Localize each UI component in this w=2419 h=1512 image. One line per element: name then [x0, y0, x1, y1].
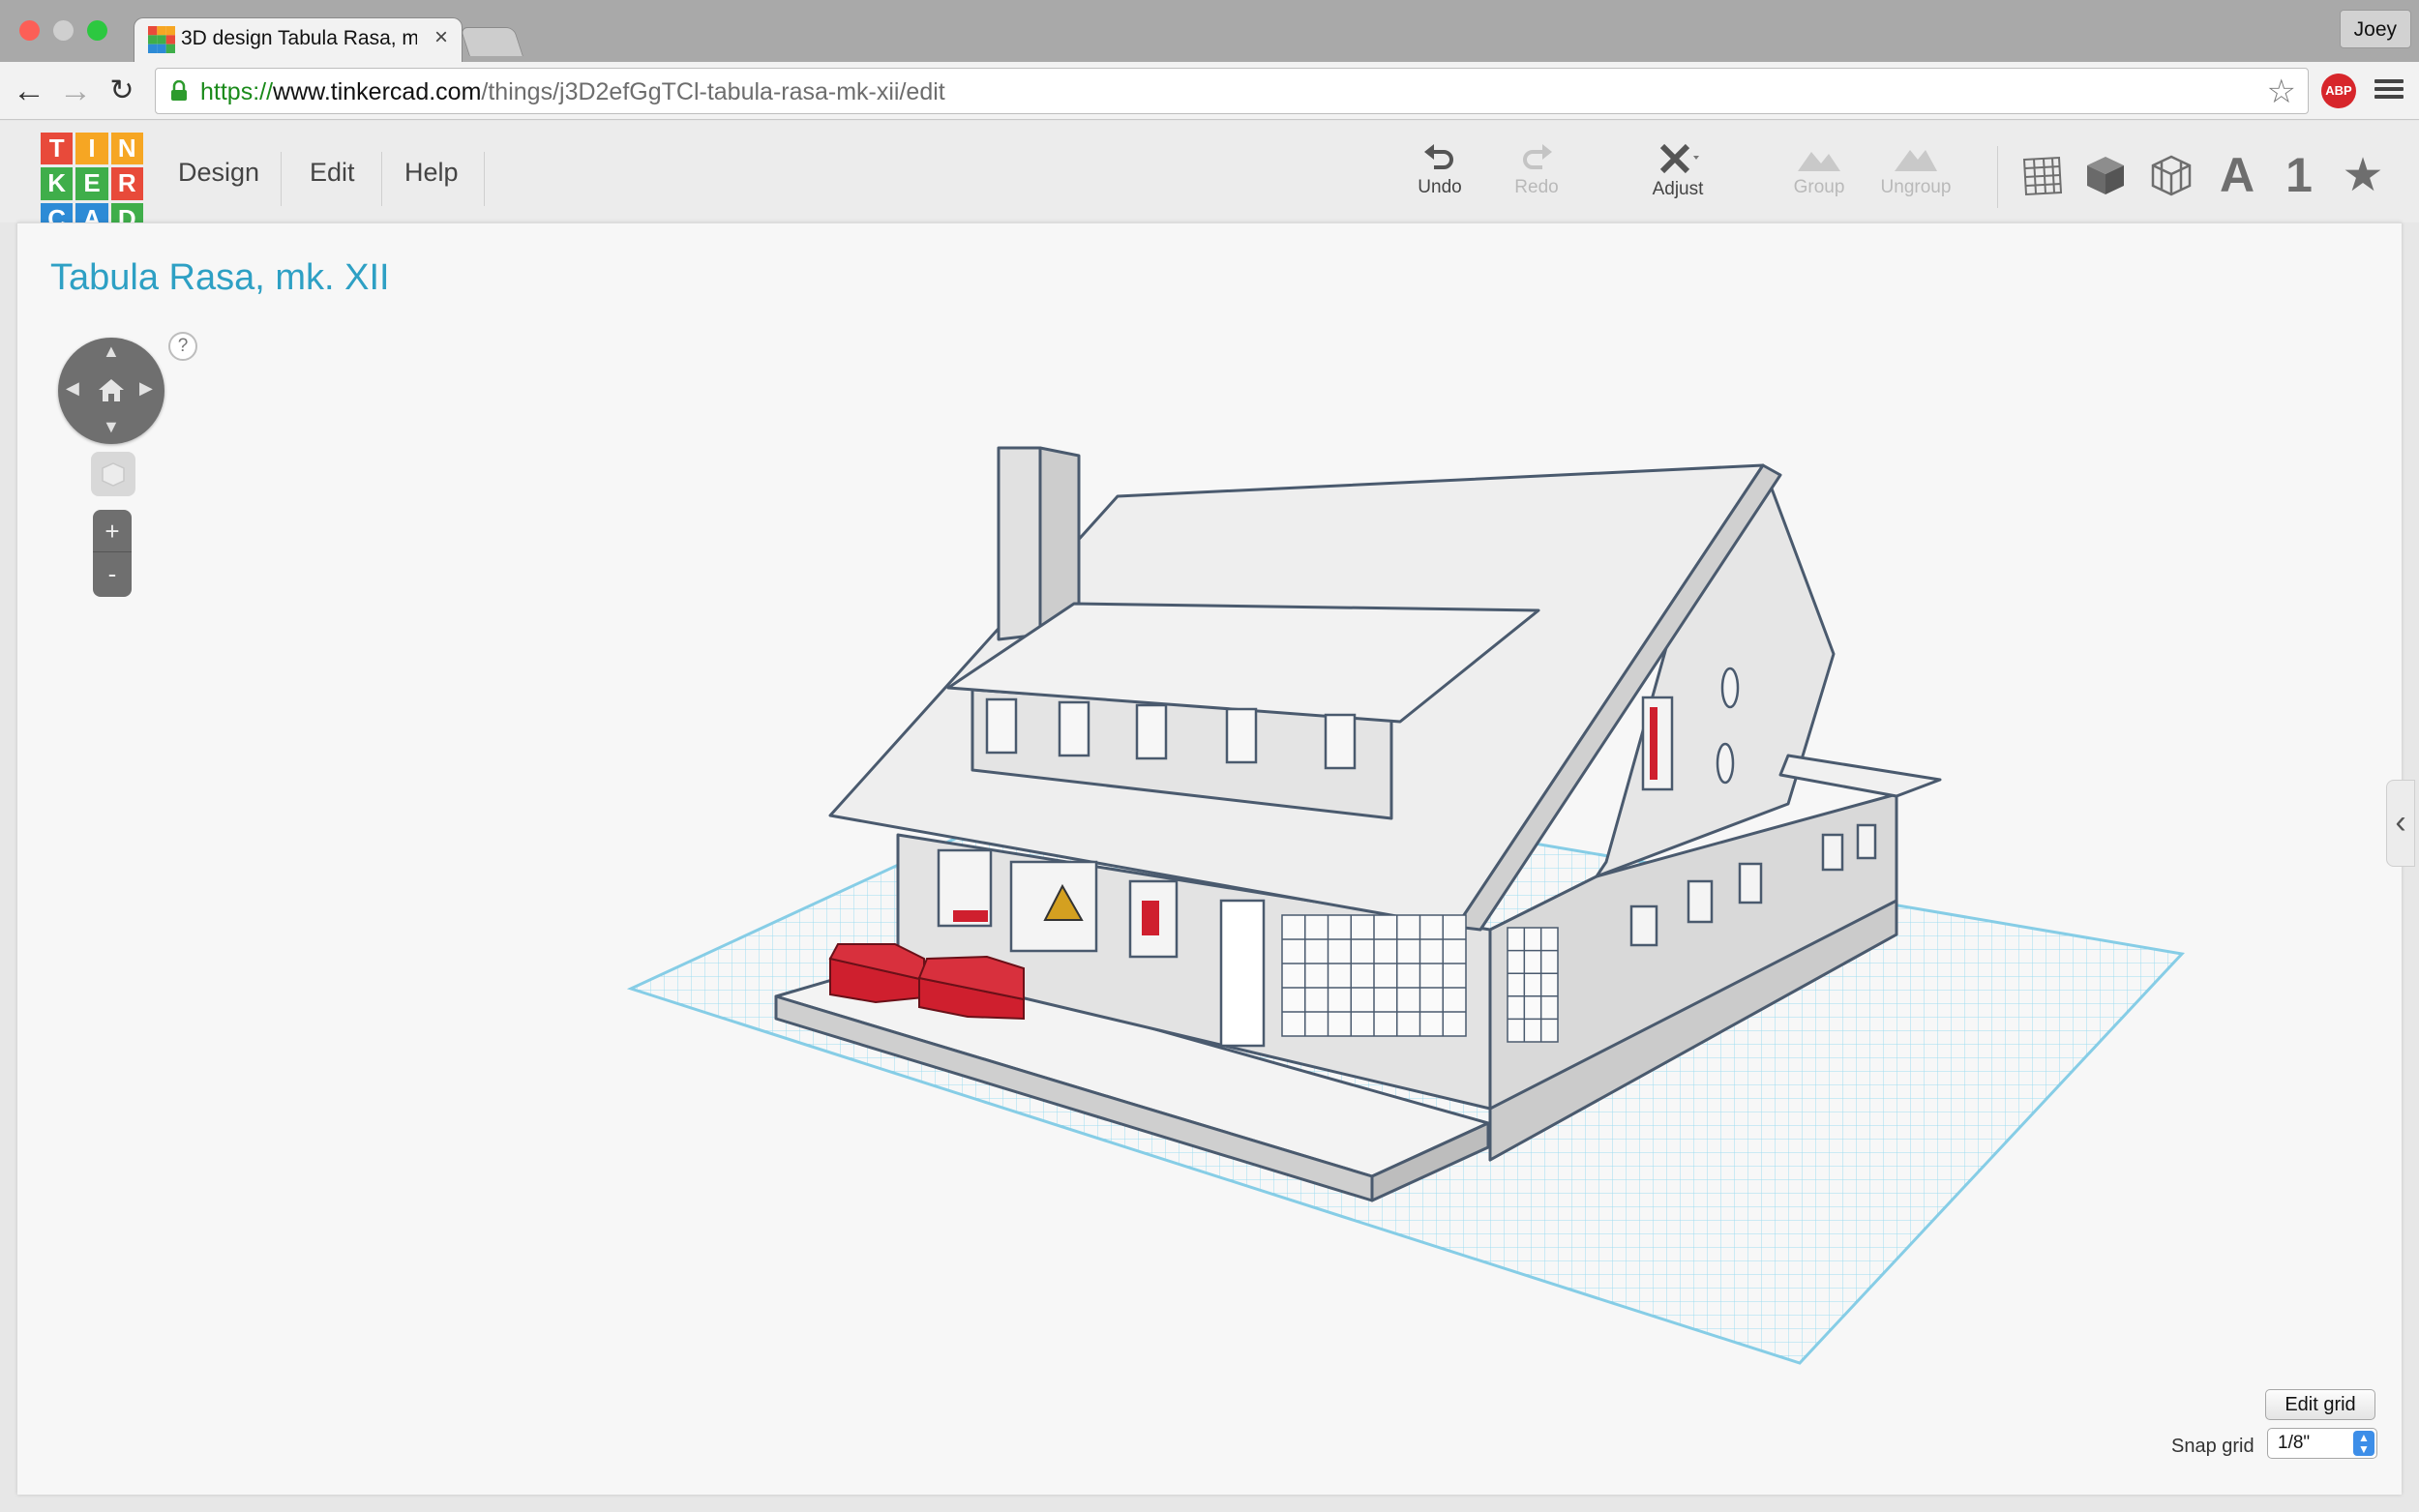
window-red-detail [1142, 901, 1159, 935]
redo-label: Redo [1514, 177, 1559, 197]
logo-letter: T [41, 133, 74, 165]
number-shape-icon[interactable]: 1 [2272, 148, 2326, 202]
view-cube-button[interactable] [91, 452, 135, 496]
select-stepper-icon: ▲ ▼ [2353, 1431, 2374, 1456]
snap-grid-value: 1/8" [2278, 1433, 2311, 1453]
undo-button[interactable]: Undo [1391, 142, 1488, 220]
adjust-button[interactable]: Adjust [1629, 142, 1726, 220]
menu-design[interactable]: Design [178, 158, 259, 188]
glass-block-wall [1507, 927, 1559, 1043]
orbit-right-arrow-icon[interactable]: ▶ [139, 378, 153, 399]
text-shape-icon[interactable]: A [2210, 148, 2264, 202]
reload-icon[interactable]: ↻ [101, 70, 143, 112]
logo-letter: N [110, 133, 143, 165]
cube-icon [102, 462, 125, 487]
browser-toolbar: ← → ↻ https://www.tinkercad.com/things/j… [0, 62, 2419, 120]
forward-arrow-icon[interactable]: → [54, 70, 97, 112]
dormer-window [985, 697, 1018, 755]
group-button[interactable]: Group [1771, 142, 1867, 220]
side-window [1738, 862, 1763, 904]
menu-divider [484, 152, 485, 206]
orbit-left-arrow-icon[interactable]: ◀ [66, 378, 79, 399]
minimize-window-button[interactable] [53, 20, 74, 41]
edit-grid-button[interactable]: Edit grid [2265, 1389, 2375, 1420]
wireframe-box-icon[interactable] [2144, 148, 2198, 202]
close-tab-icon[interactable]: × [434, 24, 448, 51]
browser-tab[interactable]: 3D design Tabula Rasa, mk. XII × [134, 17, 463, 64]
ungroup-button[interactable]: Ungroup [1867, 142, 1964, 220]
url-text[interactable]: https://www.tinkercad.com/things/j3D2efG… [200, 78, 945, 106]
lock-icon [171, 80, 187, 101]
star-shape-icon[interactable]: ★ [2336, 148, 2390, 202]
adjust-label: Adjust [1652, 179, 1704, 199]
menu-divider [381, 152, 382, 206]
snap-grid-select[interactable]: 1/8" ▲ ▼ [2267, 1428, 2377, 1459]
redo-icon [1523, 144, 1552, 169]
logo-letter: E [75, 167, 108, 200]
chimney[interactable] [997, 446, 1042, 641]
help-button[interactable]: ? [168, 332, 197, 361]
dormer-window [1324, 713, 1357, 770]
snap-grid-label: Snap grid [2171, 1436, 2255, 1457]
orbit-down-arrow-icon[interactable]: ▼ [103, 417, 120, 437]
zoom-in-button[interactable]: + [93, 510, 132, 552]
tinkercad-logo[interactable]: TINKERCAD [41, 133, 143, 235]
box-shape-icon[interactable] [2078, 148, 2133, 202]
logo-letter: R [110, 167, 143, 200]
menu-divider [281, 152, 282, 206]
side-window [1856, 823, 1877, 860]
bookmark-star-icon[interactable]: ☆ [2267, 73, 2296, 111]
side-window [1687, 879, 1714, 924]
address-bar[interactable]: https://www.tinkercad.com/things/j3D2efG… [155, 68, 2309, 114]
redo-button[interactable]: Redo [1488, 142, 1585, 220]
shapes-panel-toggle-chevron-icon[interactable]: ‹ [2386, 780, 2415, 867]
close-window-button[interactable] [19, 20, 40, 41]
3d-viewport[interactable] [17, 223, 2402, 1496]
back-arrow-icon[interactable]: ← [8, 70, 50, 112]
browser-tab-strip: 3D design Tabula Rasa, mk. XII × Joey [0, 0, 2419, 64]
side-window [1629, 904, 1658, 947]
toolbar-divider [1997, 146, 1998, 208]
round-window [1720, 667, 1740, 709]
ungroup-label: Ungroup [1880, 177, 1952, 197]
logo-letter: K [41, 167, 74, 200]
orbit-control[interactable]: ▲ ▼ ◀ ▶ [58, 338, 164, 444]
undo-icon [1424, 144, 1453, 169]
ungroup-icon [1895, 150, 1937, 171]
home-icon[interactable] [95, 374, 128, 407]
side-window [1821, 833, 1844, 872]
zoom-out-button[interactable]: - [93, 552, 132, 595]
undo-label: Undo [1418, 177, 1462, 197]
dormer-window [1135, 703, 1168, 760]
menu-edit[interactable]: Edit [310, 158, 355, 188]
maximize-window-button[interactable] [87, 20, 107, 41]
round-window [1716, 742, 1735, 785]
group-icon [1798, 152, 1840, 171]
browser-menu-icon[interactable] [2374, 75, 2404, 104]
workplane-grid-icon[interactable] [2015, 148, 2069, 202]
dormer-window [1225, 707, 1258, 764]
menu-help[interactable]: Help [404, 158, 459, 188]
rear-extension-roof [1778, 754, 1942, 798]
adjust-tools-icon [1659, 143, 1699, 174]
tab-title: 3D design Tabula Rasa, mk. XII [181, 27, 417, 49]
profile-button[interactable]: Joey [2339, 10, 2411, 48]
front-door[interactable] [1219, 899, 1266, 1048]
design-workspace[interactable]: Tabula Rasa, mk. XII ? ▲ ▼ ◀ ▶ + - ‹ Edi… [17, 222, 2415, 1496]
logo-letter: I [75, 133, 108, 165]
zoom-control: + - [93, 510, 132, 597]
adblock-extension-icon[interactable]: ABP [2321, 74, 2356, 108]
dormer-window [1058, 700, 1090, 757]
orbit-up-arrow-icon[interactable]: ▲ [103, 341, 120, 362]
window-red-detail [953, 910, 988, 922]
tinkercad-favicon-icon [148, 26, 175, 53]
new-tab-button[interactable] [460, 27, 523, 56]
group-label: Group [1793, 177, 1845, 197]
app-header: TINKERCAD Design Edit Help Undo Redo Adj… [0, 121, 2419, 235]
gable-window-red-detail [1650, 707, 1657, 780]
